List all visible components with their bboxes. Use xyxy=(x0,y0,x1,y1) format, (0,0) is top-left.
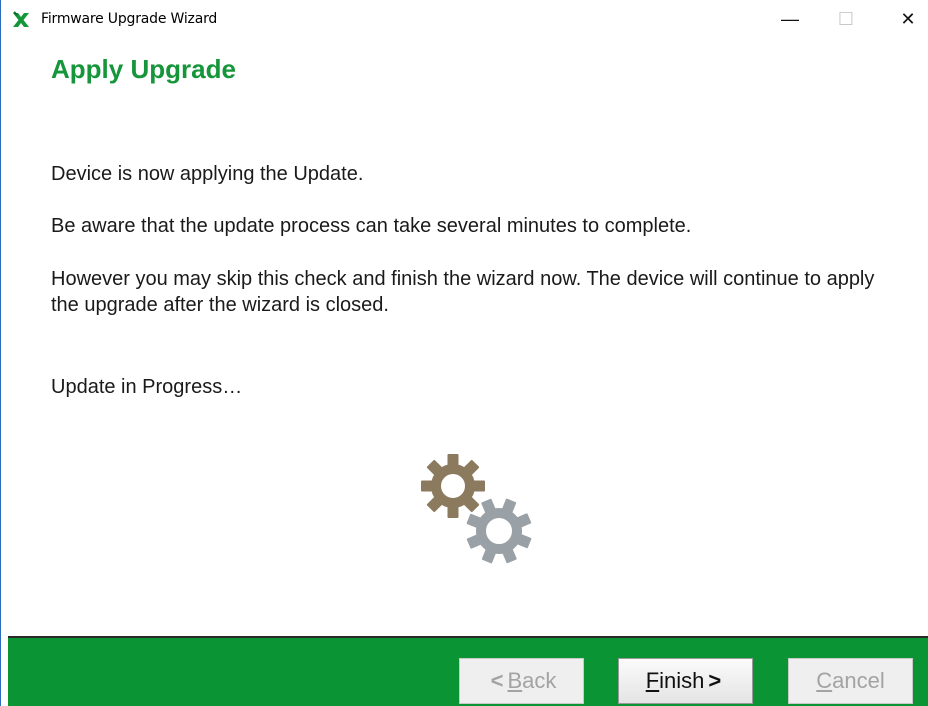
wizard-app-icon xyxy=(13,11,29,27)
gears-progress-icon xyxy=(421,454,532,564)
cancel-mnemonic: C xyxy=(816,668,833,693)
close-button[interactable]: ✕ xyxy=(885,0,928,38)
skip-notice: However you may skip this check and fini… xyxy=(51,268,875,316)
cancel-label: ancel xyxy=(832,668,885,693)
back-mnemonic: B xyxy=(507,668,523,693)
chevron-right-icon: > xyxy=(708,668,722,693)
finish-button[interactable]: Finish > xyxy=(618,658,753,704)
page-title: Apply Upgrade xyxy=(51,54,236,84)
finish-label: inish xyxy=(659,668,705,693)
title-bar[interactable]: Firmware Upgrade Wizard — ☐ ✕ xyxy=(1,0,928,38)
back-button[interactable]: < Back xyxy=(459,658,584,704)
duration-notice: Be aware that the update process can tak… xyxy=(51,215,692,237)
maximize-button[interactable]: ☐ xyxy=(823,0,869,38)
minimize-button[interactable]: — xyxy=(767,0,813,38)
status-message: Device is now applying the Update. xyxy=(51,163,364,185)
back-label: ack xyxy=(522,668,557,693)
progress-label: Update in Progress… xyxy=(51,376,243,398)
wizard-window: Firmware Upgrade Wizard — ☐ ✕ Apply Upgr… xyxy=(0,0,928,706)
cancel-button[interactable]: Cancel xyxy=(788,658,913,704)
window-title: Firmware Upgrade Wizard xyxy=(41,11,218,27)
chevron-left-icon: < xyxy=(490,668,504,693)
finish-mnemonic: F xyxy=(645,668,660,693)
